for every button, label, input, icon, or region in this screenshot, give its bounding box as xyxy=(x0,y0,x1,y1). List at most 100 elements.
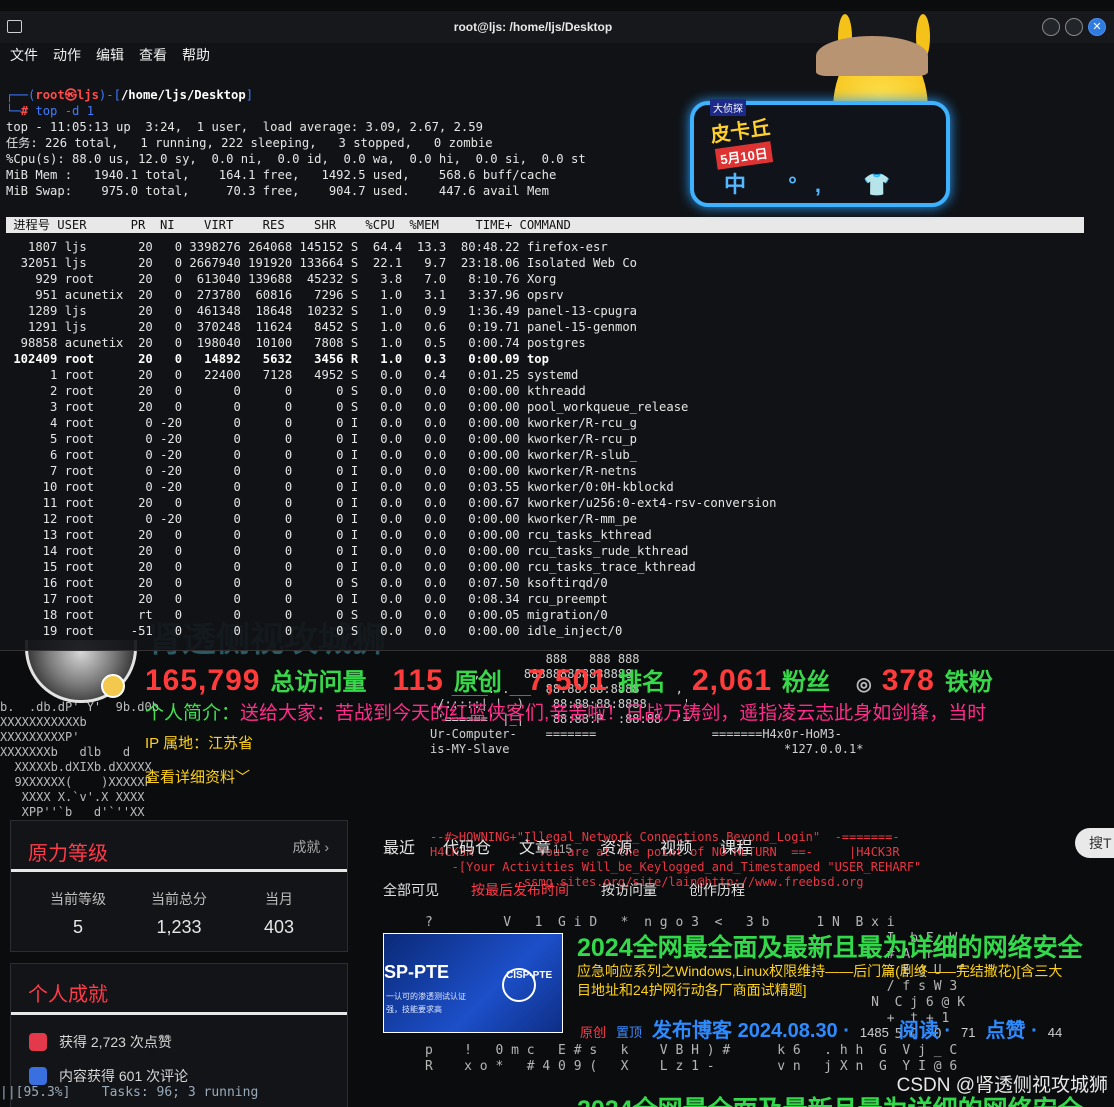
filter-visibility[interactable]: 全部可见 xyxy=(383,880,439,900)
csdn-watermark: CSDN @肾透侧视攻城狮 xyxy=(896,1075,1108,1096)
process-row: 10 root 0 -20 0 0 0 I 0.0 0.0 0:03.55 kw… xyxy=(6,480,674,494)
process-row: 6 root 0 -20 0 0 0 I 0.0 0.0 0:00.00 kwo… xyxy=(6,448,638,462)
poster-status: 中 °, 👕 xyxy=(724,172,909,197)
stat-fans-label[interactable]: 粉丝 xyxy=(782,662,830,697)
search-button[interactable]: 搜T xyxy=(1075,828,1114,858)
stat-visits-label[interactable]: 总访问量 xyxy=(270,662,366,697)
profile-bio: 个人简介：送给大家：苦战到今天的红蓝侠客们,辛苦啦！日战万铸剑，遥指凌云志此身如… xyxy=(145,698,986,725)
like-label: 点赞 · xyxy=(985,1020,1038,1042)
tab-recent[interactable]: 最近 xyxy=(383,834,415,858)
tab-courses[interactable]: 课程 xyxy=(720,834,752,858)
process-row: 2 root 20 0 0 0 0 S 0.0 0.0 0:00.00 kthr… xyxy=(6,384,586,398)
achievement-comments: 内容获得 601 次评论 xyxy=(29,1066,188,1086)
stat-original-label[interactable]: 原创 xyxy=(454,662,502,697)
prompt-line-1: ┌──(root㉿ljs)-[/home/ljs/Desktop] xyxy=(6,88,254,102)
article-meta: 原创 置顶 发布博客 2024.08.30 · 1485 阅读 · 71 点赞 … xyxy=(580,1014,1062,1043)
tab-repo[interactable]: 代码仓 xyxy=(443,834,491,858)
filter-history[interactable]: 创作历程 xyxy=(689,880,745,900)
process-row: 12 root 0 -20 0 0 0 I 0.0 0.0 0:00.00 kw… xyxy=(6,512,638,526)
level-badge-icon xyxy=(101,674,125,698)
stat-ironfans-label[interactable]: 铁粉 xyxy=(945,662,993,697)
level-card-title: 原力等级 xyxy=(28,843,108,865)
card-divider xyxy=(11,1012,347,1015)
menu-file[interactable]: 文件 xyxy=(10,45,38,65)
process-row: 11 root 20 0 0 0 0 I 0.0 0.0 0:00.67 kwo… xyxy=(6,496,777,510)
top-summary-swap: MiB Swap: 975.0 total, 70.3 free, 904.7 … xyxy=(6,184,549,198)
achievement-comments-text: 内容获得 601 次评论 xyxy=(59,1068,189,1084)
process-row: 18 root rt 0 0 0 0 S 0.0 0.0 0:00.05 mig… xyxy=(6,608,608,622)
level-col-month: 当月 403 xyxy=(224,889,334,938)
prompt-line-2: └─# top -d 1 xyxy=(6,104,95,118)
article-filters: 全部可见 按最后发布时间 按访问量 创作历程 xyxy=(383,880,745,900)
stat-visits-value: 165,799 xyxy=(145,664,261,697)
month-label: 当月 xyxy=(265,891,293,907)
thumbnail-logo-text: CISP-PTE xyxy=(506,970,553,981)
process-row: 15 root 20 0 0 0 0 I 0.0 0.0 0:00.00 rcu… xyxy=(6,560,696,574)
process-row: 17 root 20 0 0 0 0 I 0.0 0.0 0:08.34 rcu… xyxy=(6,592,608,606)
bio-text: 送给大家：苦战到今天的红蓝侠客们,辛苦啦！日战万铸剑，遥指凌云志此身如剑锋，当时 xyxy=(240,703,987,724)
article-description: 应急响应系列之Windows,Linux权限维持——后门篇(剧终——完结撒花)[… xyxy=(577,963,1063,998)
level-card: 原力等级 成就 › 当前等级 5 当前总分 1,233 当月 403 xyxy=(10,820,348,952)
level-value: 5 xyxy=(72,917,83,937)
process-row: 3 root 20 0 0 0 0 S 0.0 0.0 0:00.00 pool… xyxy=(6,400,689,414)
menu-bar: 文件 动作 编辑 查看 帮助 xyxy=(10,45,210,65)
menu-view[interactable]: 查看 xyxy=(139,45,167,65)
neon-sign: 大侦探 皮卡丘 5月10日 中 °, 👕 xyxy=(690,99,950,207)
process-row: 1 root 20 0 22400 7128 4952 S 0.0 0.4 0:… xyxy=(6,368,579,382)
process-row: 98858 acunetix 20 0 198040 10100 7808 S … xyxy=(6,336,586,350)
tab-resources[interactable]: 资源 xyxy=(600,834,632,858)
comment-count: 44 xyxy=(1047,1025,1063,1040)
read-count: 1485 xyxy=(859,1025,889,1040)
minimize-button[interactable] xyxy=(1042,18,1060,36)
content-tabs: 最近 代码仓 文章 115 资源 视频 课程 xyxy=(383,834,752,858)
process-table: 1807 ljs 20 0 3398276 264068 145152 S 64… xyxy=(6,239,776,639)
menu-help[interactable]: 帮助 xyxy=(182,45,210,65)
level-label: 当前等级 xyxy=(50,891,106,907)
process-row: 4 root 0 -20 0 0 0 I 0.0 0.0 0:00.00 kwo… xyxy=(6,416,638,430)
maximize-button[interactable] xyxy=(1065,18,1083,36)
thumbnail-title: SP-PTE xyxy=(384,962,450,982)
comment-badge-icon xyxy=(29,1067,47,1085)
pikachu-poster: 大侦探 皮卡丘 5月10日 中 °, 👕 xyxy=(688,14,950,207)
filter-views[interactable]: 按访问量 xyxy=(601,880,657,900)
top-summary-mem: MiB Mem : 1940.1 total, 164.1 free, 1492… xyxy=(6,168,557,182)
view-details-link[interactable]: 查看详细资料﹀ xyxy=(145,766,250,787)
tab-videos[interactable]: 视频 xyxy=(660,834,692,858)
process-row: 32051 ljs 20 0 2667940 191920 133664 S 2… xyxy=(6,256,638,270)
stat-original-value: 115 xyxy=(392,664,444,697)
level-col-current: 当前等级 5 xyxy=(23,889,133,938)
article-thumbnail[interactable]: SP-PTE 一认可的渗透测试认证 强，技能要求高 CISP-PTE xyxy=(383,933,563,1033)
htop-status-line: ||[95.3%] Tasks: 96; 3 running xyxy=(0,1085,259,1100)
achievement-likes: 获得 2,723 次点赞 xyxy=(29,1032,172,1052)
process-row: 929 root 20 0 613040 139688 45232 S 3.8 … xyxy=(6,272,557,286)
stat-fans-value: 2,061 xyxy=(691,664,773,697)
process-row: 1289 ljs 20 0 461348 18648 10232 S 1.0 0… xyxy=(6,304,638,318)
filter-latest[interactable]: 按最后发布时间 xyxy=(471,880,569,900)
thumbnail-subtitle: 一认可的渗透测试认证 强，技能要求高 xyxy=(386,992,466,1014)
stat-rank-label[interactable]: 排名 xyxy=(618,662,666,697)
stat-rank-value: 7,501 xyxy=(527,664,608,697)
card-divider xyxy=(11,869,347,872)
process-row: 19 root -51 0 0 0 0 S 0.0 0.0 0:00.00 id… xyxy=(6,624,623,638)
close-button[interactable]: ✕ xyxy=(1088,18,1106,36)
menu-actions[interactable]: 动作 xyxy=(53,45,81,65)
poster-small-label: 大侦探 xyxy=(710,99,746,116)
process-row: 13 root 20 0 0 0 0 I 0.0 0.0 0:00.00 rcu… xyxy=(6,528,652,542)
eye-icon: ◎ xyxy=(856,674,872,694)
article-title[interactable]: 2024全网最全面及最新且最为详细的网络安全 xyxy=(577,928,1083,964)
tab-articles-label: 文章 xyxy=(519,840,552,857)
tag-pinned: 置顶 xyxy=(616,1025,643,1040)
like-badge-icon xyxy=(29,1033,47,1051)
month-value: 403 xyxy=(263,917,295,937)
menu-edit[interactable]: 编辑 xyxy=(96,45,124,65)
terminal-window[interactable]: root@ljs: /home/ljs/Desktop ✕ 文件 动作 编辑 查… xyxy=(0,11,1114,651)
tab-articles[interactable]: 文章 115 xyxy=(519,834,572,858)
process-row: 951 acunetix 20 0 273780 60816 7296 S 1.… xyxy=(6,288,564,302)
top-summary-cpu: %Cpu(s): 88.0 us, 12.0 sy, 0.0 ni, 0.0 i… xyxy=(6,152,586,166)
process-row: 14 root 20 0 0 0 0 I 0.0 0.0 0:00.00 rcu… xyxy=(6,544,689,558)
achievements-link[interactable]: 成就 › xyxy=(292,837,329,857)
publish-date: 发布博客 2024.08.30 · xyxy=(652,1020,850,1042)
score-value: 1,233 xyxy=(156,917,202,937)
detective-hat xyxy=(816,36,928,76)
ip-location: IP 属地：江苏省 xyxy=(145,735,254,752)
